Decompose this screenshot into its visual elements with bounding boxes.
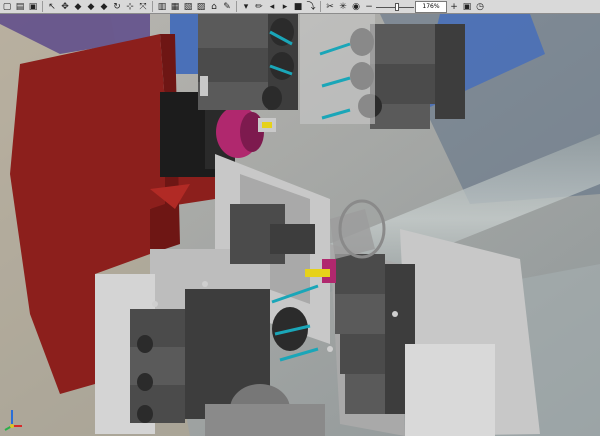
pencil-icon[interactable]: ✏: [253, 1, 265, 13]
zoom-out-icon[interactable]: −: [363, 1, 375, 13]
open-folder-icon[interactable]: ▤: [14, 1, 26, 13]
upper-turret-left: [198, 14, 298, 110]
zoom-slider[interactable]: [376, 1, 414, 13]
cam-simulation-window: ▢ ▤ ▣ ↖ ✥ ◆ ◆ ◆ ↻ ⊹ ⤧ ▥ ▦ ▧ ▨ ⌂ ✎ ▾ ✏ ◂ ▸ ■ ⤵ ✂ ✳ ◉ −176% + ▣ ◷: [0, 0, 600, 436]
part-purple-icon[interactable]: ◆: [85, 1, 97, 13]
spindle-insert: [262, 122, 272, 128]
axis-icon[interactable]: ⤧: [137, 1, 149, 13]
light-icon[interactable]: ✳: [337, 1, 349, 13]
view-front-icon[interactable]: ▥: [156, 1, 168, 13]
lower-base: [205, 404, 325, 436]
color-tools-icon[interactable]: ✎: [221, 1, 233, 13]
zoom-in-icon[interactable]: +: [448, 1, 460, 13]
home-view-icon[interactable]: ⌂: [208, 1, 220, 13]
select-arrow-icon[interactable]: ↖: [46, 1, 58, 13]
upper-turret-right: [300, 14, 465, 129]
toolbar-separator: [42, 1, 43, 12]
link-icon[interactable]: ⤵: [305, 1, 317, 13]
main-toolbar: ▢ ▤ ▣ ↖ ✥ ◆ ◆ ◆ ↻ ⊹ ⤧ ▥ ▦ ▧ ▨ ⌂ ✎ ▾ ✏ ◂ ▸ ■ ⤵ ✂ ✳ ◉ −176% + ▣ ◷: [0, 0, 600, 14]
measure-icon[interactable]: ⊹: [124, 1, 136, 13]
view-top-icon[interactable]: ▦: [169, 1, 181, 13]
3d-viewport[interactable]: [0, 14, 600, 436]
view-iso-icon[interactable]: ▨: [195, 1, 207, 13]
dropdown-icon[interactable]: ▾: [240, 1, 252, 13]
rotate-icon[interactable]: ↻: [111, 1, 123, 13]
view-side-icon[interactable]: ▧: [182, 1, 194, 13]
part-blue-icon[interactable]: ◆: [72, 1, 84, 13]
workpiece-insert: [305, 269, 330, 277]
toolbar-separator: [236, 1, 237, 12]
machine-scene[interactable]: [0, 14, 600, 436]
play-icon[interactable]: ▸: [279, 1, 291, 13]
zoom-slider-thumb[interactable]: [394, 2, 399, 11]
clock-icon[interactable]: ◷: [474, 1, 486, 13]
camera-icon[interactable]: ◉: [350, 1, 362, 13]
part-red-icon[interactable]: ◆: [98, 1, 110, 13]
stop-icon[interactable]: ■: [292, 1, 304, 13]
toolbar-separator: [320, 1, 321, 12]
fit-view-icon[interactable]: ▣: [461, 1, 473, 13]
save-icon[interactable]: ▣: [27, 1, 39, 13]
step-back-icon[interactable]: ◂: [266, 1, 278, 13]
toolbar-separator: [152, 1, 153, 12]
new-doc-icon[interactable]: ▢: [1, 1, 13, 13]
zoom-percent-field[interactable]: 176%: [415, 0, 447, 13]
pan-icon[interactable]: ✥: [59, 1, 71, 13]
axis-triad-icon: [4, 410, 22, 431]
section-icon[interactable]: ✂: [324, 1, 336, 13]
mid-tool-block-side: [270, 224, 315, 254]
